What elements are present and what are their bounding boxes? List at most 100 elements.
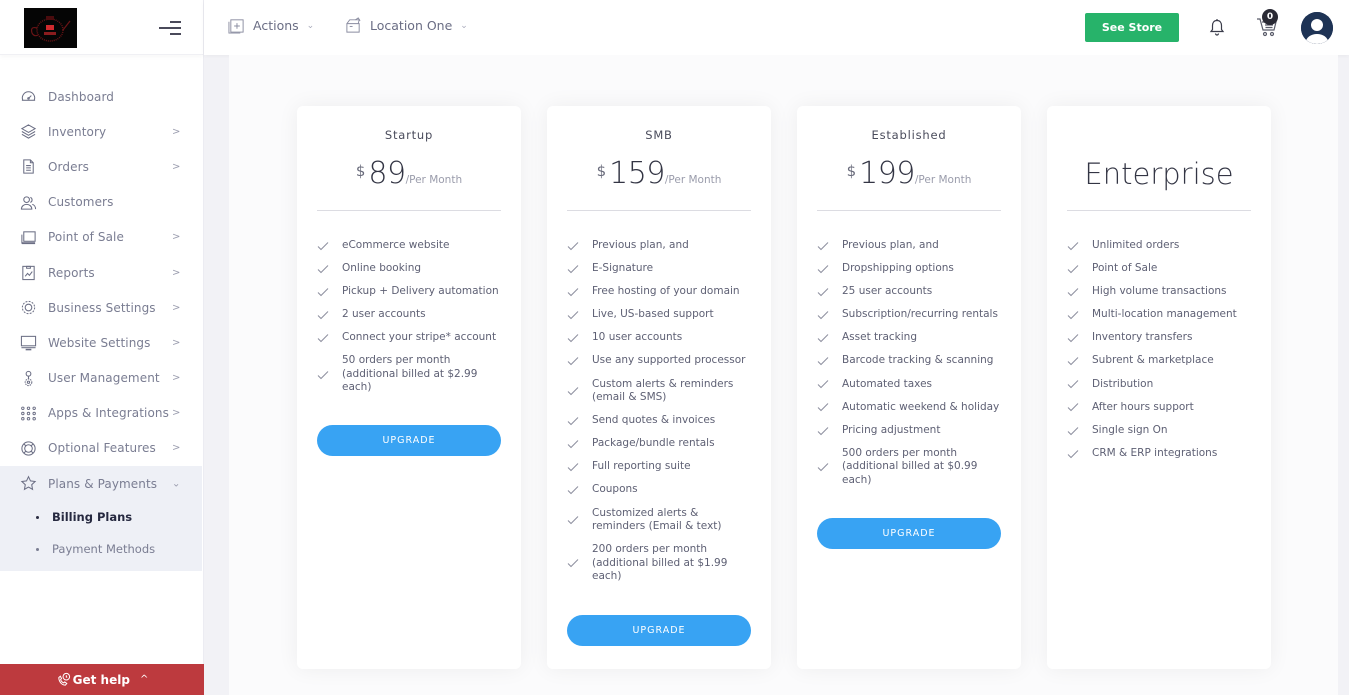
bullet-icon	[36, 515, 39, 519]
divider	[817, 210, 1001, 211]
feature-text: Previous plan, and	[842, 239, 939, 251]
chevron-down-icon: ⌄	[460, 20, 468, 31]
feature-item: 500 orders per month (additional billed …	[817, 447, 1003, 488]
cart-count-badge: 0	[1262, 9, 1278, 25]
sidebar-item-user-management[interactable]: User Management >	[0, 361, 202, 396]
sidebar-item-inventory[interactable]: Inventory >	[0, 114, 202, 149]
feature-item: Automated taxes	[817, 378, 1003, 392]
sidebar-subitem-payment-methods[interactable]: Payment Methods	[0, 533, 202, 565]
feature-item: After hours support	[1067, 401, 1253, 415]
plans-payments-submenu: Billing Plans Payment Methods	[0, 501, 202, 572]
feature-item: 50 orders per month (additional billed a…	[317, 354, 503, 395]
sidebar-item-customers[interactable]: Customers	[0, 185, 202, 220]
user-cog-icon	[19, 369, 37, 387]
feature-text: Customized alerts & reminders (Email & t…	[592, 506, 722, 533]
layers-icon	[19, 123, 37, 141]
check-icon	[817, 462, 829, 472]
feature-list: Previous plan, and Dropshipping options 25…	[817, 239, 1003, 497]
feature-item: Single sign On	[1067, 424, 1253, 438]
brand-logo[interactable]	[24, 8, 77, 48]
feature-text: Free hosting of your domain	[592, 285, 740, 298]
check-icon	[1067, 287, 1079, 297]
feature-text: After hours support	[1092, 400, 1194, 413]
bell-icon[interactable]	[1209, 18, 1225, 36]
feature-item: 2 user accounts	[317, 308, 503, 322]
plan-card-enterprise: Enterprise Unlimited orders Point of Sale…	[1047, 106, 1271, 669]
add-square-icon	[228, 19, 244, 34]
sidebar-item-label: Dashboard	[48, 89, 115, 104]
upgrade-button-startup[interactable]: UPGRADE	[317, 425, 501, 456]
price-period: /Per Month	[914, 174, 972, 186]
user-avatar[interactable]	[1301, 12, 1333, 44]
sidebar-header	[0, 0, 203, 55]
chevron-right-icon: >	[172, 161, 181, 173]
sidebar-item-label: Plans & Payments	[48, 476, 158, 491]
sidebar: Dashboard Inventory > Orders > Customers	[0, 0, 204, 695]
sidebar-item-website-settings[interactable]: Website Settings >	[0, 325, 202, 360]
check-icon	[817, 402, 829, 412]
check-icon	[567, 241, 579, 251]
sidebar-subitem-billing-plans[interactable]: Billing Plans	[0, 501, 202, 533]
feature-item: Pricing adjustment	[817, 424, 1003, 438]
feature-item: 25 user accounts	[817, 285, 1003, 299]
check-icon	[817, 333, 829, 343]
feature-item: Automatic weekend & holiday	[817, 401, 1003, 415]
feature-item: Pickup + Delivery automation	[317, 285, 503, 299]
sidebar-item-label: Point of Sale	[48, 230, 124, 245]
see-store-button[interactable]: See Store	[1085, 13, 1179, 42]
feature-item: Subscription/recurring rentals	[817, 308, 1003, 322]
sidebar-item-plans-payments[interactable]: Plans & Payments ⌄	[0, 466, 202, 502]
get-help-label: Get help	[72, 672, 130, 687]
feature-item: eCommerce website	[317, 239, 503, 253]
check-icon	[567, 485, 579, 495]
check-icon	[1067, 449, 1079, 459]
sidebar-item-reports[interactable]: Reports >	[0, 255, 202, 290]
grid-dots-icon	[19, 404, 37, 422]
chevron-up-icon: ^	[139, 674, 149, 685]
check-icon	[317, 287, 329, 297]
lifebuoy-icon	[19, 439, 37, 457]
sidebar-item-optional-features[interactable]: Optional Features >	[0, 431, 202, 466]
feature-text: 10 user accounts	[592, 331, 683, 344]
sidebar-item-orders[interactable]: Orders >	[0, 149, 202, 184]
check-icon	[567, 356, 579, 366]
sidebar-nav: Dashboard Inventory > Orders > Customers	[0, 79, 202, 572]
sidebar-item-business-settings[interactable]: Business Settings >	[0, 290, 202, 325]
actions-dropdown[interactable]: Actions ⌄	[228, 17, 314, 34]
check-icon	[317, 310, 329, 320]
check-icon	[817, 356, 829, 366]
feature-text: High volume transactions	[1092, 285, 1227, 298]
plan-name: SMB	[645, 128, 673, 142]
sidebar-item-apps-integrations[interactable]: Apps & Integrations >	[0, 396, 202, 431]
sidebar-item-point-of-sale[interactable]: Point of Sale >	[0, 220, 202, 255]
feature-item: Subrent & marketplace	[1067, 354, 1253, 368]
get-help-button[interactable]: Get help ^	[0, 664, 204, 695]
monitor-icon	[19, 334, 37, 352]
feature-text: Connect your stripe* account	[342, 331, 497, 344]
feature-item: Coupons	[567, 483, 753, 497]
upgrade-button-established[interactable]: UPGRADE	[817, 518, 1001, 549]
feature-list: Unlimited orders Point of Sale High volume…	[1067, 239, 1253, 470]
location-dropdown[interactable]: Location One ⌄	[345, 17, 468, 34]
sidebar-item-dashboard[interactable]: Dashboard	[0, 79, 202, 114]
upgrade-button-smb[interactable]: UPGRADE	[567, 615, 751, 646]
check-icon	[567, 264, 579, 274]
feature-list: eCommerce website Online booking Pickup + …	[317, 239, 503, 405]
check-icon	[567, 386, 579, 396]
feature-text: 2 user accounts	[342, 308, 426, 321]
check-icon	[1067, 379, 1079, 389]
feature-item: Multi-location management	[1067, 308, 1253, 322]
feature-item: Customized alerts & reminders (Email & t…	[567, 507, 753, 534]
feature-item: Package/bundle rentals	[567, 437, 753, 451]
feature-text: Unlimited orders	[1092, 239, 1180, 251]
check-icon	[1067, 426, 1079, 436]
check-icon	[1067, 356, 1079, 366]
star-icon	[19, 475, 37, 493]
sidebar-item-label: Optional Features	[48, 441, 156, 456]
plan-price: $199/Per Month	[797, 156, 1021, 191]
feature-item: Send quotes & invoices	[567, 414, 753, 428]
feature-text: 25 user accounts	[842, 285, 933, 298]
actions-label: Actions	[253, 18, 299, 33]
menu-toggle-icon[interactable]	[158, 20, 181, 36]
feature-item: E-Signature	[567, 262, 753, 276]
